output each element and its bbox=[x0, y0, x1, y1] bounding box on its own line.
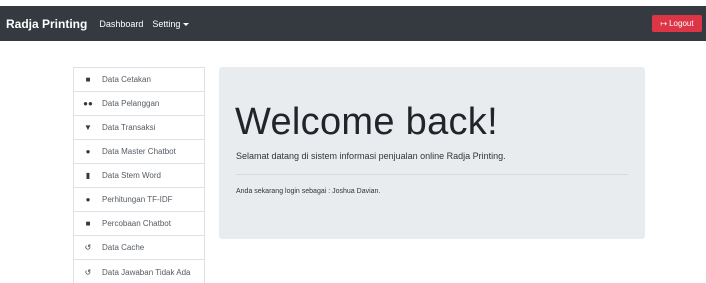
sidebar-item-data-cache[interactable]: ↺ Data Cache bbox=[74, 236, 204, 260]
sidebar-item-label: Data Cache bbox=[102, 243, 145, 252]
sidebar-item-perhitungan-tf-idf[interactable]: ● Perhitungan TF-IDF bbox=[74, 188, 204, 212]
document-icon: ▮ bbox=[85, 171, 91, 180]
sidebar-item-label: Data Pelanggan bbox=[102, 99, 160, 108]
chevron-down-icon bbox=[183, 22, 190, 26]
welcome-lead-text: Selamat datang di sistem informasi penju… bbox=[236, 151, 506, 161]
sidebar-item-data-cetakan[interactable]: ■ Data Cetakan bbox=[74, 68, 204, 92]
divider bbox=[236, 174, 628, 175]
nav-setting-dropdown[interactable]: Setting bbox=[152, 18, 190, 29]
cart-icon: ▼ bbox=[84, 123, 92, 132]
sidebar-item-data-master-chatbot[interactable]: ● Data Master Chatbot bbox=[74, 140, 204, 164]
sidebar-item-percobaan-chatbot[interactable]: ■ Percobaan Chatbot bbox=[74, 212, 204, 236]
logout-button[interactable]: ↦ Logout bbox=[652, 15, 702, 32]
sidebar-item-label: Perhitungan TF-IDF bbox=[102, 195, 173, 204]
sidebar-item-data-transaksi[interactable]: ▼ Data Transaksi bbox=[74, 116, 204, 140]
sidebar-item-data-stem-word[interactable]: ▮ Data Stem Word bbox=[74, 164, 204, 188]
page-title: Welcome back! bbox=[235, 101, 498, 143]
sidebar-item-label: Data Jawaban Tidak Ada bbox=[102, 267, 191, 277]
welcome-jumbotron: Welcome back! Selamat datang di sistem i… bbox=[219, 67, 645, 239]
file-icon: ■ bbox=[85, 75, 91, 84]
logout-label: Logout bbox=[669, 19, 694, 28]
sidebar-item-label: Data Cetakan bbox=[102, 75, 151, 84]
login-info-text: Anda sekarang login sebagai : Joshua Dav… bbox=[236, 188, 381, 195]
top-navbar: Radja Printing Dashboard Setting ↦ Logou… bbox=[0, 6, 706, 41]
sidebar-item-label: Data Transaksi bbox=[102, 123, 156, 132]
comments-icon: ● bbox=[85, 195, 91, 204]
sign-out-icon: ↦ bbox=[660, 19, 668, 28]
users-icon: ●● bbox=[83, 99, 93, 108]
comments-icon: ● bbox=[85, 147, 91, 156]
comment-icon: ■ bbox=[85, 219, 91, 228]
history-icon: ↺ bbox=[84, 267, 92, 277]
brand-name[interactable]: Radja Printing bbox=[6, 17, 87, 31]
sidebar-item-data-jawaban-tidak-ada[interactable]: ↺ Data Jawaban Tidak Ada bbox=[74, 260, 204, 283]
sidebar-item-label: Percobaan Chatbot bbox=[102, 219, 171, 228]
sidebar-item-data-pelanggan[interactable]: ●● Data Pelanggan bbox=[74, 92, 204, 116]
sidebar-menu: ■ Data Cetakan ●● Data Pelanggan ▼ Data … bbox=[73, 67, 205, 283]
nav-setting-label: Setting bbox=[152, 18, 181, 29]
sidebar-item-label: Data Master Chatbot bbox=[102, 147, 176, 156]
sidebar-item-label: Data Stem Word bbox=[102, 171, 161, 180]
nav-dashboard-link[interactable]: Dashboard bbox=[99, 19, 143, 29]
history-icon: ↺ bbox=[84, 243, 92, 252]
